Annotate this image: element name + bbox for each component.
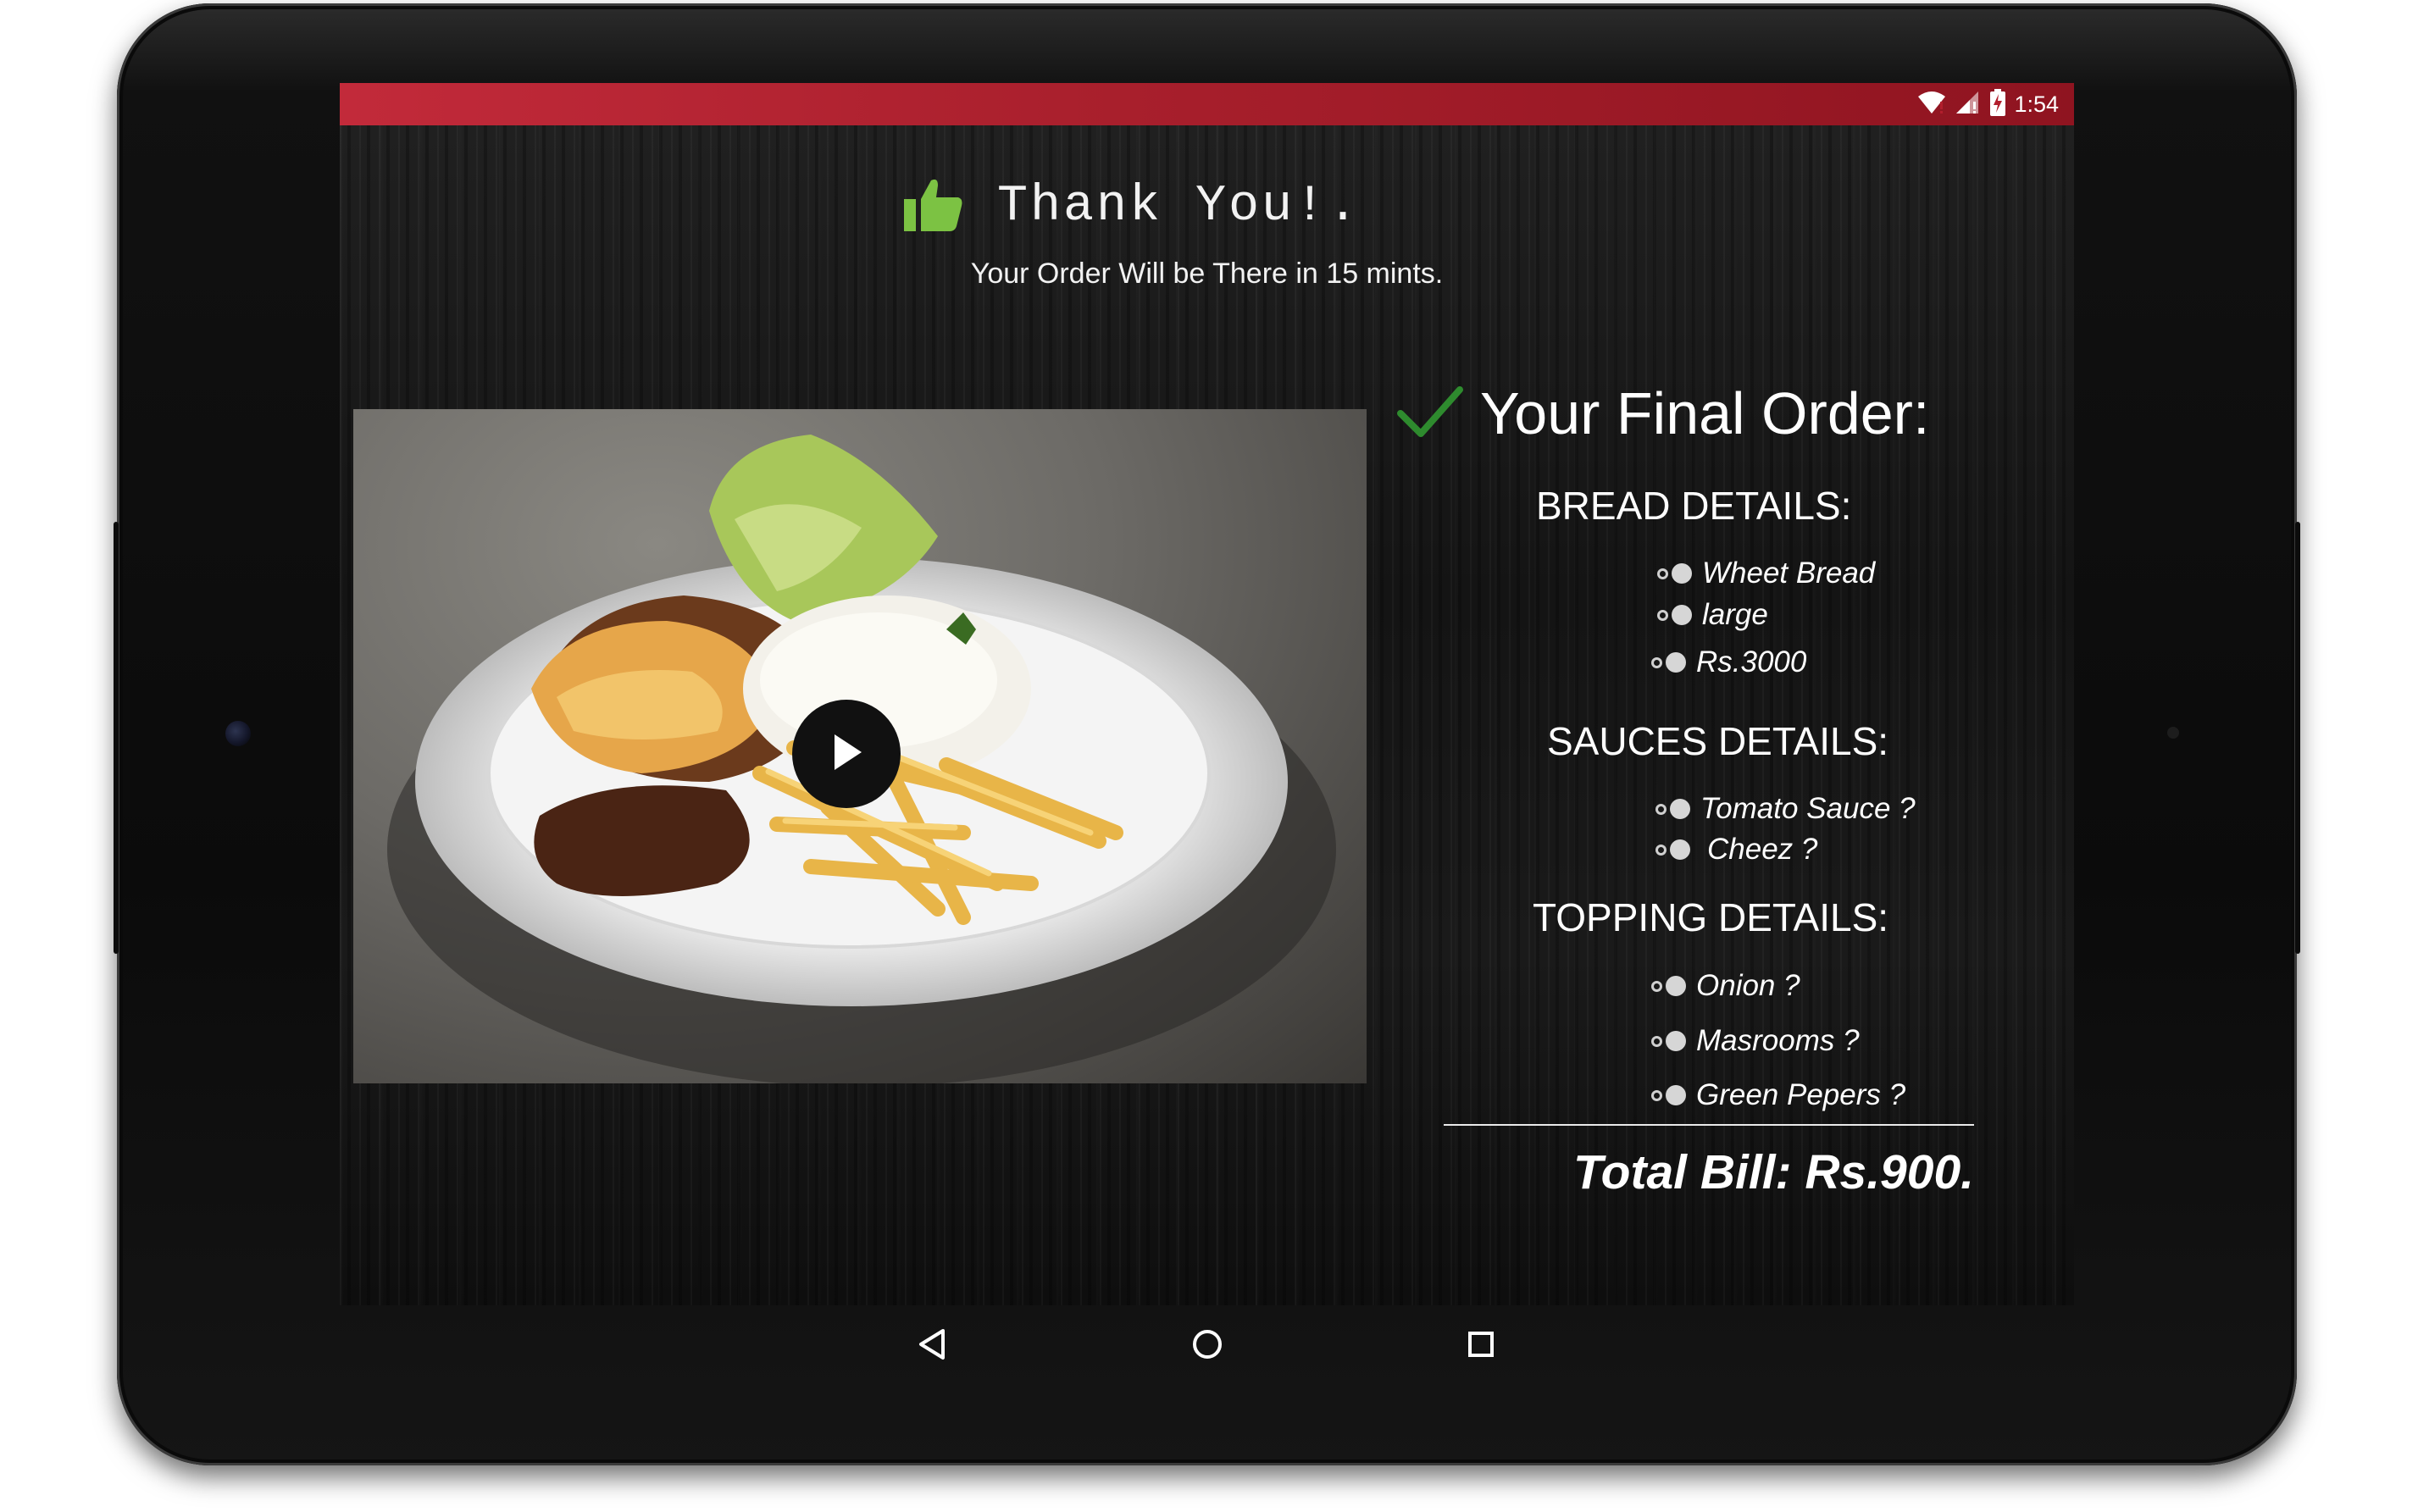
bullet-icon — [1651, 1031, 1686, 1051]
play-icon — [828, 731, 865, 778]
status-bar: 1:54 — [340, 83, 2074, 125]
bullet-icon — [1657, 605, 1692, 625]
list-item: Cheez ? — [1655, 833, 1817, 867]
bullet-icon — [1651, 976, 1686, 996]
final-order-heading: Your Final Order: — [1480, 380, 1930, 446]
home-button[interactable] — [1182, 1321, 1233, 1371]
final-order-heading-row: Your Final Order: — [1397, 379, 1929, 447]
battery-charging-icon — [1990, 88, 2006, 120]
list-item: large — [1657, 598, 1768, 632]
back-icon — [916, 1327, 950, 1365]
thumbs-up-icon — [902, 177, 965, 237]
bullet-icon — [1655, 839, 1690, 860]
topping-details-heading: TOPPING DETAILS: — [1533, 895, 1889, 939]
food-plate-photo[interactable] — [353, 409, 1367, 1083]
home-icon — [1190, 1327, 1224, 1365]
recents-icon — [1464, 1327, 1498, 1365]
bread-price: Rs.3000 — [1696, 645, 1807, 678]
delivery-time-message: Your Order Will be There in 15 mints. — [970, 258, 1444, 290]
front-camera — [225, 721, 251, 746]
bread-details-heading: BREAD DETAILS: — [1536, 484, 1852, 528]
checkmark-icon — [1397, 385, 1463, 443]
play-video-button[interactable] — [792, 700, 901, 808]
bullet-icon — [1655, 799, 1690, 819]
screen: 1:54 Thank You!. Your Order Will be Ther… — [340, 83, 2074, 1305]
back-button[interactable] — [907, 1321, 958, 1371]
total-bill: Total Bill: Rs.900. — [1572, 1145, 1974, 1199]
order-confirmation-screen: Thank You!. Your Order Will be There in … — [340, 125, 2074, 1305]
status-time: 1:54 — [2014, 91, 2059, 117]
navigation-bar — [340, 1305, 2074, 1385]
list-item: Green Pepers ? — [1651, 1078, 1905, 1112]
bullet-icon — [1651, 1085, 1686, 1105]
sauce-item: Tomato Sauce ? — [1700, 792, 1916, 825]
divider — [1444, 1124, 1974, 1126]
wifi-icon — [1917, 90, 1946, 119]
light-sensor — [2167, 727, 2179, 739]
topping-item: Onion ? — [1696, 969, 1800, 1002]
bread-size: large — [1702, 598, 1768, 631]
signal-icon — [1955, 90, 1982, 119]
list-item: Wheet Bread — [1657, 557, 1875, 590]
sauce-item: Cheez ? — [1707, 833, 1818, 866]
page-title: Thank You!. — [997, 178, 1362, 235]
list-item: Rs.3000 — [1651, 645, 1806, 679]
topping-item: Green Pepers ? — [1696, 1078, 1906, 1111]
bullet-icon — [1651, 652, 1686, 673]
sauces-details-heading: SAUCES DETAILS: — [1547, 719, 1889, 763]
list-item: Onion ? — [1651, 969, 1800, 1003]
status-icons: 1:54 — [1917, 83, 2059, 125]
bread-type: Wheet Bread — [1702, 557, 1876, 590]
side-button-left — [114, 522, 119, 954]
recents-button[interactable] — [1456, 1321, 1506, 1371]
list-item: Tomato Sauce ? — [1655, 792, 1916, 826]
side-button-right — [2295, 522, 2300, 954]
bullet-icon — [1657, 563, 1692, 584]
topping-item: Masrooms ? — [1696, 1024, 1860, 1057]
list-item: Masrooms ? — [1651, 1024, 1860, 1058]
thank-you-header: Thank You!. — [902, 172, 1361, 241]
